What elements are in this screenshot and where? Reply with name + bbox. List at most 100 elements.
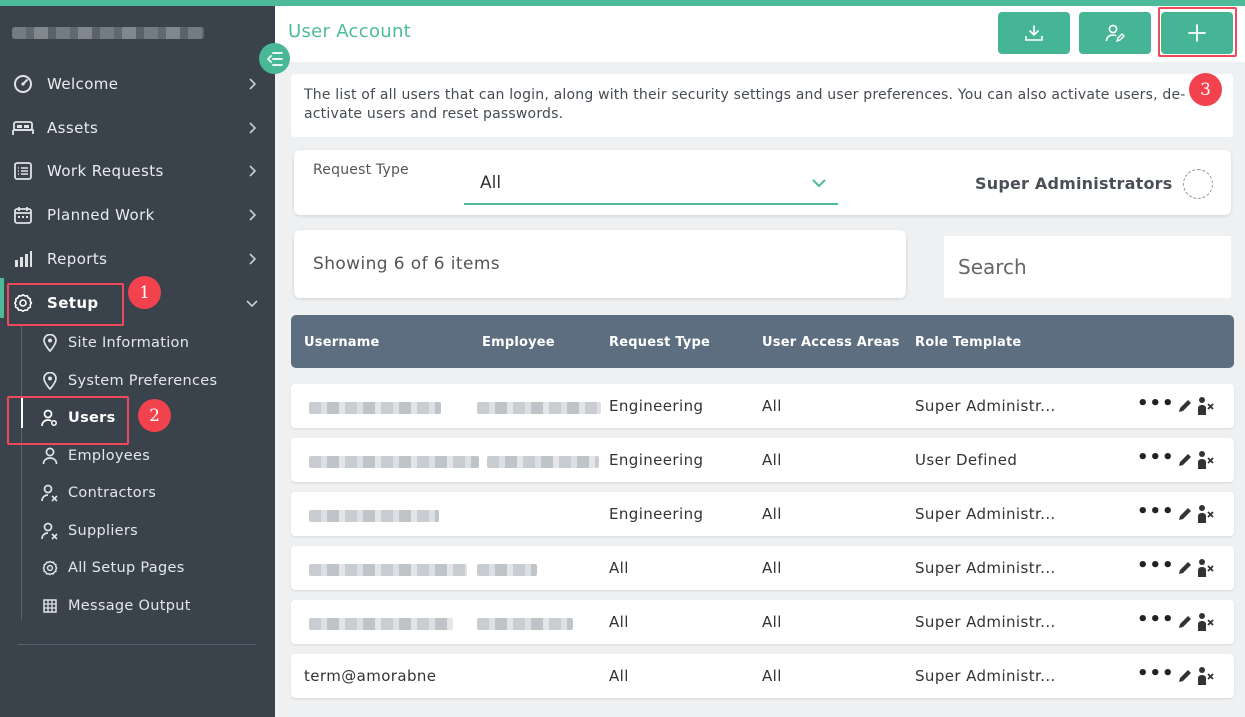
sidebar-item-label: Work Requests [47, 162, 164, 180]
super-administrators-toggle[interactable] [1183, 169, 1213, 199]
site-name-redacted [12, 27, 204, 39]
sidebar-subitem-label: System Preferences [68, 373, 218, 389]
table-row[interactable]: All All Super Administr... ••• [291, 546, 1234, 590]
username-redacted [309, 510, 439, 522]
cell-access-areas: All [762, 559, 782, 577]
callout-box-add-button [1158, 7, 1237, 57]
username-redacted [309, 564, 467, 576]
sidebar-item-assets[interactable]: Assets [0, 108, 275, 148]
callout-box-users [7, 396, 129, 445]
deactivate-user-icon[interactable] [1197, 666, 1215, 686]
user-settings-button[interactable] [1079, 12, 1151, 54]
cell-access-areas: All [762, 613, 782, 631]
sidebar-subitem-contractors[interactable]: Contractors [0, 476, 275, 510]
location-pin-icon [41, 372, 59, 390]
user-icon [41, 447, 59, 465]
column-header-user-access-areas[interactable]: User Access Areas [762, 335, 900, 350]
list-icon [12, 160, 34, 182]
sidebar-item-welcome[interactable]: Welcome [0, 64, 275, 104]
request-type-value: All [480, 173, 502, 193]
edit-pencil-icon[interactable] [1177, 614, 1193, 630]
cell-request-type: All [609, 667, 629, 685]
column-header-role-template[interactable]: Role Template [915, 335, 1021, 350]
sidebar-subitem-label: Contractors [68, 485, 157, 501]
super-administrators-label: Super Administrators [975, 174, 1173, 193]
deactivate-user-icon[interactable] [1197, 612, 1215, 632]
chevron-right-icon [246, 165, 258, 177]
request-type-select[interactable]: All [464, 165, 838, 205]
sidebar-subitem-label: Message Output [68, 598, 191, 614]
user-edit-icon [1105, 24, 1125, 43]
step-badge-2: 2 [138, 399, 171, 432]
sidebar-subitem-all-setup-pages[interactable]: All Setup Pages [0, 551, 275, 585]
cell-role-template: Super Administr... [915, 667, 1056, 685]
step-badge-1: 1 [128, 276, 161, 309]
page-description-panel: The list of all users that can login, al… [291, 74, 1233, 137]
page-title: User Account [288, 21, 412, 42]
table-row[interactable]: Engineering All Super Administr... ••• [291, 492, 1234, 536]
chevron-right-icon [246, 253, 258, 265]
user-tools-icon [41, 522, 59, 540]
search-input[interactable] [944, 236, 1231, 298]
edit-pencil-icon[interactable] [1177, 398, 1193, 414]
table-row[interactable]: Engineering All User Defined ••• [291, 438, 1234, 482]
edit-pencil-icon[interactable] [1177, 506, 1193, 522]
grid-icon [41, 597, 59, 615]
collapse-menu-icon [266, 51, 283, 66]
sidebar-item-planned-work[interactable]: Planned Work [0, 195, 275, 235]
gear-icon [41, 559, 59, 577]
sidebar-item-label: Planned Work [47, 206, 155, 224]
deactivate-user-icon[interactable] [1197, 450, 1215, 470]
sidebar-divider [18, 644, 256, 645]
chevron-right-icon [246, 78, 258, 90]
cell-access-areas: All [762, 397, 782, 415]
more-options-icon[interactable]: ••• [1137, 555, 1175, 576]
edit-pencil-icon[interactable] [1177, 560, 1193, 576]
more-options-icon[interactable]: ••• [1137, 447, 1175, 468]
employee-redacted [487, 456, 599, 468]
deactivate-user-icon[interactable] [1197, 504, 1215, 524]
username-redacted [309, 618, 453, 630]
sidebar-item-work-requests[interactable]: Work Requests [0, 151, 275, 191]
table-row[interactable]: All All Super Administr... ••• [291, 600, 1234, 644]
deactivate-user-icon[interactable] [1197, 558, 1215, 578]
request-type-label: Request Type [313, 162, 409, 178]
cell-role-template: Super Administr... [915, 613, 1056, 631]
table-row[interactable]: term@amorabne All All Super Administr...… [291, 654, 1234, 698]
location-pin-icon [41, 334, 59, 352]
table-row[interactable]: Engineering All Super Administr... ••• [291, 384, 1234, 428]
deactivate-user-icon[interactable] [1197, 396, 1215, 416]
sidebar-item-label: Assets [47, 119, 99, 137]
sidebar-subitem-suppliers[interactable]: Suppliers [0, 514, 275, 548]
more-options-icon[interactable]: ••• [1137, 609, 1175, 630]
sidebar-subitem-label: Suppliers [68, 523, 138, 539]
more-options-icon[interactable]: ••• [1137, 663, 1175, 684]
column-header-employee[interactable]: Employee [482, 335, 555, 350]
export-button[interactable] [998, 12, 1070, 54]
cell-request-type: Engineering [609, 397, 704, 415]
sidebar-collapse-button[interactable] [259, 43, 290, 74]
more-options-icon[interactable]: ••• [1137, 501, 1175, 522]
more-options-icon[interactable]: ••• [1137, 393, 1175, 414]
cell-access-areas: All [762, 505, 782, 523]
sidebar-subitem-site-information[interactable]: Site Information [0, 326, 275, 360]
sidebar-item-label: Welcome [47, 75, 119, 93]
column-header-request-type[interactable]: Request Type [609, 335, 710, 350]
username-redacted [309, 456, 479, 468]
cell-role-template: Super Administr... [915, 505, 1056, 523]
bar-chart-icon [12, 248, 34, 270]
calendar-icon [12, 204, 34, 226]
employee-redacted [477, 564, 537, 576]
cell-username: term@amorabne [304, 667, 437, 685]
sidebar-subitem-message-output[interactable]: Message Output [0, 589, 275, 623]
edit-pencil-icon[interactable] [1177, 668, 1193, 684]
page-description: The list of all users that can login, al… [304, 87, 1186, 122]
sidebar-item-reports[interactable]: Reports [0, 239, 275, 279]
column-header-username[interactable]: Username [304, 335, 380, 350]
item-count-text: Showing 6 of 6 items [313, 254, 501, 274]
edit-pencil-icon[interactable] [1177, 452, 1193, 468]
table-header: Username Employee Request Type User Acce… [291, 315, 1234, 368]
chevron-right-icon [246, 122, 258, 134]
step-badge-3: 3 [1189, 73, 1222, 106]
sidebar-subitem-system-preferences[interactable]: System Preferences [0, 364, 275, 398]
